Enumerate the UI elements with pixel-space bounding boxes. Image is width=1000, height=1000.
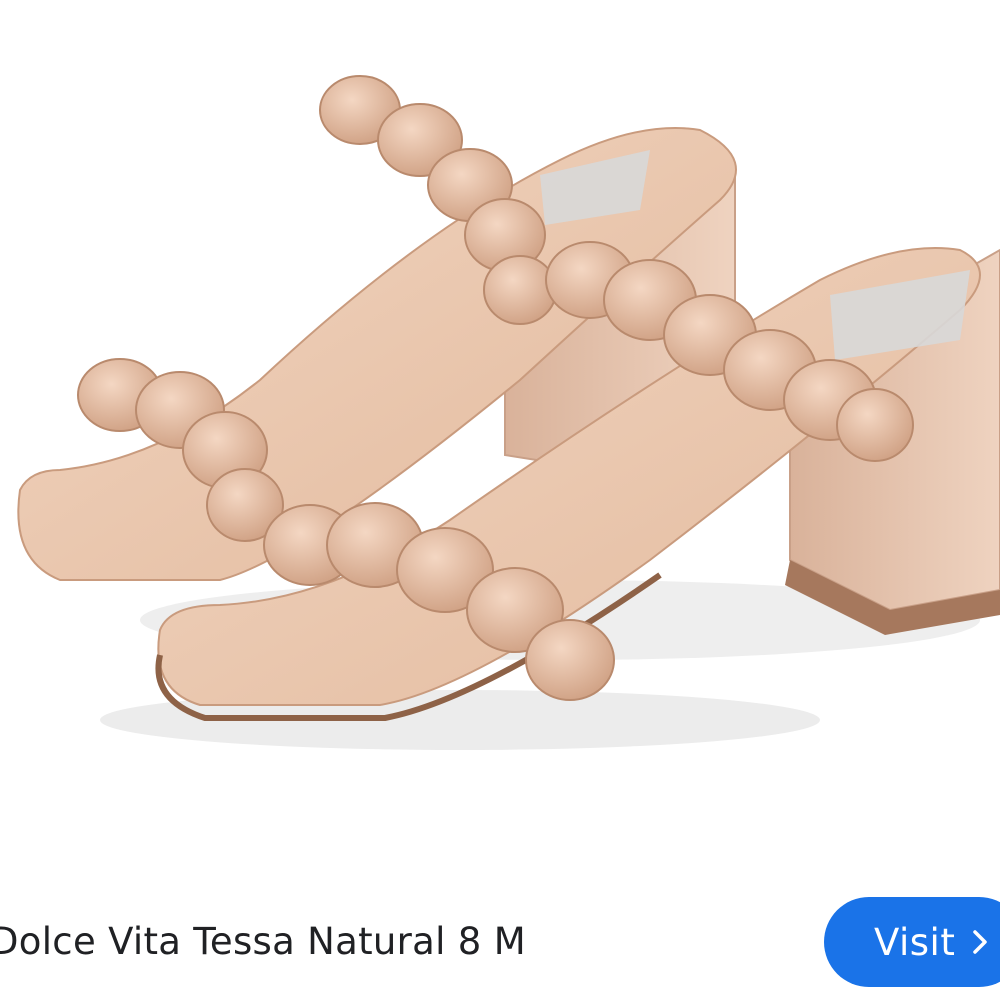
caption-bar: Dolce Vita Tessa Natural 8 M Visit <box>0 880 1000 1000</box>
product-title[interactable]: Dolce Vita Tessa Natural 8 M <box>0 920 526 963</box>
sandal-illustration <box>17 75 1000 750</box>
product-result-card: Dolce Vita Tessa Natural 8 M Visit <box>0 0 1000 1000</box>
product-image[interactable] <box>0 0 1000 860</box>
chevron-right-icon <box>971 929 989 955</box>
visit-button[interactable]: Visit <box>824 897 1000 987</box>
visit-button-label: Visit <box>874 920 956 964</box>
